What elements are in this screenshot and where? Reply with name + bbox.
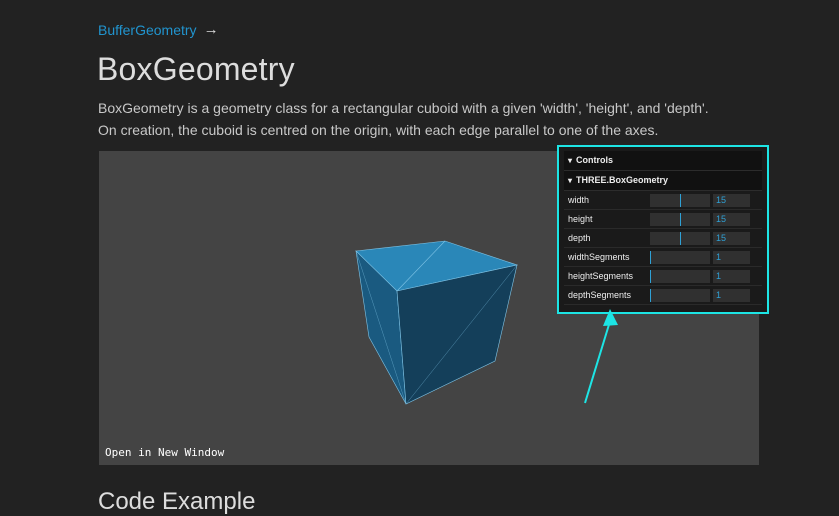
param-label: depth [568, 233, 591, 243]
description-line-2: On creation, the cuboid is centred on th… [98, 122, 659, 138]
chevron-down-icon: ▾ [568, 156, 573, 165]
param-row-width: width 15 [564, 191, 762, 210]
controls-folder-title: Controls [576, 155, 614, 165]
page-title: BoxGeometry [97, 51, 295, 87]
param-value-input-depthsegments[interactable]: 1 [713, 288, 750, 302]
param-label: width [568, 195, 590, 205]
boxgeometry-folder-title: THREE.BoxGeometry [576, 175, 669, 185]
controls-folder[interactable]: ▾ Controls [564, 151, 762, 171]
param-value-input-widthsegments[interactable]: 1 [713, 250, 750, 264]
page-description: BoxGeometry is a geometry class for a re… [98, 97, 758, 141]
param-slider-height[interactable] [650, 212, 710, 226]
param-value-input-heightsegments[interactable]: 1 [713, 269, 750, 283]
param-row-height: height 15 [564, 210, 762, 229]
param-value-input-depth[interactable]: 15 [713, 231, 750, 245]
open-in-new-window-link[interactable]: Open in New Window [105, 446, 224, 459]
param-slider-heightsegments[interactable] [650, 269, 710, 283]
param-slider-depthsegments[interactable] [650, 288, 710, 302]
controls-panel: ▾ Controls ▾ THREE.BoxGeometry width 15 he… [557, 145, 769, 314]
slider-fill [650, 231, 681, 245]
arrow-right-icon: → [203, 21, 219, 38]
slider-fill [650, 193, 681, 207]
param-row-heightsegments: heightSegments 1 [564, 267, 762, 286]
param-value-input-width[interactable]: 15 [713, 193, 750, 207]
slider-fill [650, 250, 651, 264]
code-example-heading: Code Example [98, 488, 256, 515]
param-row-widthsegments: widthSegments 1 [564, 248, 762, 267]
param-slider-width[interactable] [650, 193, 710, 207]
slider-fill [650, 288, 651, 302]
param-label: heightSegments [568, 271, 634, 281]
param-row-depthsegments: depthSegments 1 [564, 286, 762, 305]
breadcrumb-link-buffergeometry[interactable]: BufferGeometry [98, 22, 197, 38]
param-value-input-height[interactable]: 15 [713, 212, 750, 226]
boxgeometry-folder[interactable]: ▾ THREE.BoxGeometry [564, 171, 762, 191]
chevron-down-icon: ▾ [568, 176, 573, 185]
param-label: height [568, 214, 593, 224]
param-row-depth: depth 15 [564, 229, 762, 248]
description-line-1: BoxGeometry is a geometry class for a re… [98, 100, 709, 116]
slider-fill [650, 212, 681, 226]
param-label: depthSegments [568, 290, 632, 300]
param-slider-depth[interactable] [650, 231, 710, 245]
slider-fill [650, 269, 651, 283]
breadcrumb: BufferGeometry → [98, 21, 219, 38]
param-label: widthSegments [568, 252, 630, 262]
param-slider-widthsegments[interactable] [650, 250, 710, 264]
